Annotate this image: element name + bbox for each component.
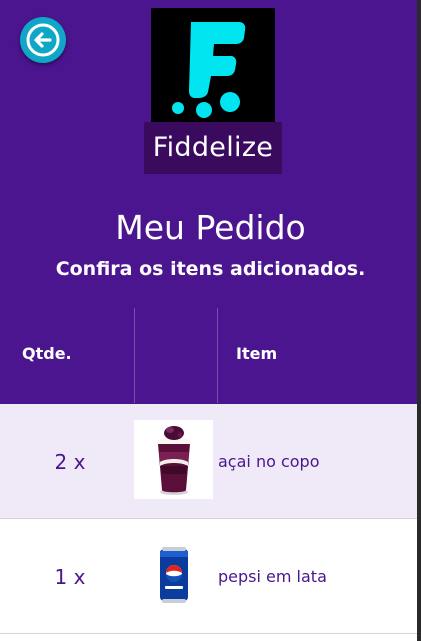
row-item-name: pepsi em lata: [218, 567, 327, 586]
row-item-name: açai no copo: [218, 452, 320, 471]
table-row: 2 x açai no copo: [0, 404, 417, 519]
table-row: [0, 634, 417, 641]
pepsi-can-icon: [159, 546, 188, 603]
pepsi-can-image: [134, 535, 213, 614]
column-divider: [217, 308, 218, 403]
table-row: 1 x pepsi em lata: [0, 519, 417, 634]
row-quantity: 2 x: [54, 450, 86, 474]
brand-name: Fiddelize: [144, 122, 282, 174]
column-header-qty: Qtde.: [22, 344, 72, 363]
fiddelize-logo-icon: [172, 22, 246, 118]
arrow-left-icon: [26, 23, 60, 57]
row-quantity: 1 x: [54, 565, 86, 589]
column-header-item: Item: [236, 344, 278, 363]
page-title: Meu Pedido: [115, 208, 306, 247]
acai-cup-image: [134, 420, 213, 499]
acai-cup-icon: [155, 425, 192, 495]
scrollbar-track[interactable]: [417, 0, 421, 641]
header: Fiddelize Meu Pedido Confira os itens ad…: [0, 0, 417, 404]
back-button[interactable]: [20, 17, 66, 63]
column-divider: [134, 308, 135, 403]
brand-logo: [151, 8, 275, 132]
page-subtitle: Confira os itens adicionados.: [55, 258, 366, 280]
